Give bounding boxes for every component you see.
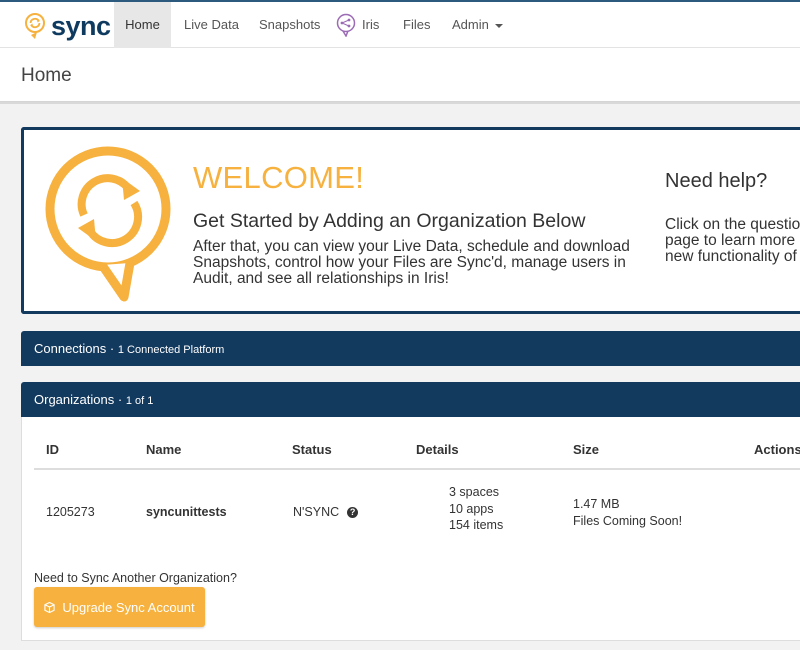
upgrade-sync-account-button[interactable]: Upgrade Sync Account	[34, 587, 205, 627]
organizations-panel-header: Organizations · 1 of 1	[21, 382, 800, 417]
org-details: 3 spaces 10 apps 154 items	[449, 484, 503, 534]
sync-bubble-icon	[45, 146, 171, 302]
separator-dot: ·	[117, 392, 123, 407]
column-header-name[interactable]: Name	[146, 442, 181, 457]
column-header-size[interactable]: Size	[573, 442, 599, 457]
page-header: Home	[0, 48, 800, 102]
page-title: Home	[21, 65, 72, 86]
table-header-divider	[34, 468, 800, 470]
connections-panel-header[interactable]: Connections · 1 Connected Platform	[21, 331, 800, 366]
help-body-line: page to learn more	[665, 232, 796, 249]
help-body-line: new functionality of	[665, 248, 797, 265]
sync-logo-icon	[25, 13, 45, 39]
organizations-count: 1 of 1	[125, 395, 154, 407]
nav-home[interactable]: Home	[114, 2, 171, 48]
separator-dot: ·	[109, 341, 115, 356]
welcome-body-line: Audit, and see all relationships in Iris…	[193, 270, 449, 287]
brand-logo[interactable]: sync	[24, 12, 111, 40]
org-status-label: N'SYNC	[293, 505, 340, 519]
welcome-title: WELCOME!	[193, 160, 365, 195]
upgrade-button-label: Upgrade Sync Account	[62, 599, 195, 615]
nav-admin-label: Admin	[452, 17, 489, 32]
column-header-actions: Actions	[754, 442, 800, 457]
nav-live-data[interactable]: Live Data	[172, 2, 251, 48]
nav-files[interactable]: Files	[391, 2, 442, 48]
org-name[interactable]: syncunittests	[146, 505, 227, 519]
question-circle-icon[interactable]: ?	[347, 506, 359, 518]
welcome-body-line: After that, you can view your Live Data,…	[193, 238, 630, 255]
help-body-line: Click on the questio	[665, 216, 800, 233]
help-title: Need help?	[665, 170, 768, 192]
chevron-down-icon	[494, 23, 503, 28]
welcome-body-line: Snapshots, control how your Files are Sy…	[193, 254, 626, 271]
nav-iris-label: Iris	[362, 17, 380, 32]
column-header-details: Details	[416, 442, 459, 457]
org-detail-items: 154 items	[449, 518, 504, 532]
cube-icon	[44, 601, 56, 613]
org-status: N'SYNC ?	[293, 505, 359, 519]
header-divider	[0, 102, 800, 104]
column-header-status[interactable]: Status	[292, 442, 332, 457]
org-detail-apps: 10 apps	[449, 501, 494, 516]
welcome-subtitle: Get Started by Adding an Organization Be…	[193, 210, 586, 232]
organizations-title: Organizations	[34, 392, 115, 407]
org-size-note: Files Coming Soon!	[573, 514, 683, 528]
iris-icon	[336, 13, 356, 37]
org-id: 1205273	[46, 505, 95, 519]
connections-count: 1 Connected Platform	[117, 344, 225, 356]
org-size-value: 1.47 MB	[573, 497, 620, 511]
nav-iris[interactable]: Iris	[336, 2, 379, 48]
help-body: Click on the questio page to learn more …	[665, 217, 800, 265]
org-size: 1.47 MB Files Coming Soon!	[573, 496, 682, 530]
top-navbar: sync Home Live Data Snapshots Iris Files…	[0, 0, 800, 48]
welcome-body: After that, you can view your Live Data,…	[193, 239, 643, 287]
column-header-id[interactable]: ID	[46, 442, 59, 457]
brand-name: sync	[51, 10, 111, 41]
org-detail-spaces: 3 spaces	[449, 485, 500, 499]
connections-title: Connections	[34, 341, 107, 356]
nav-snapshots[interactable]: Snapshots	[247, 2, 332, 48]
nav-admin[interactable]: Admin	[440, 2, 515, 48]
need-sync-text: Need to Sync Another Organization?	[34, 571, 237, 585]
welcome-panel: WELCOME! Get Started by Adding an Organi…	[21, 127, 800, 314]
